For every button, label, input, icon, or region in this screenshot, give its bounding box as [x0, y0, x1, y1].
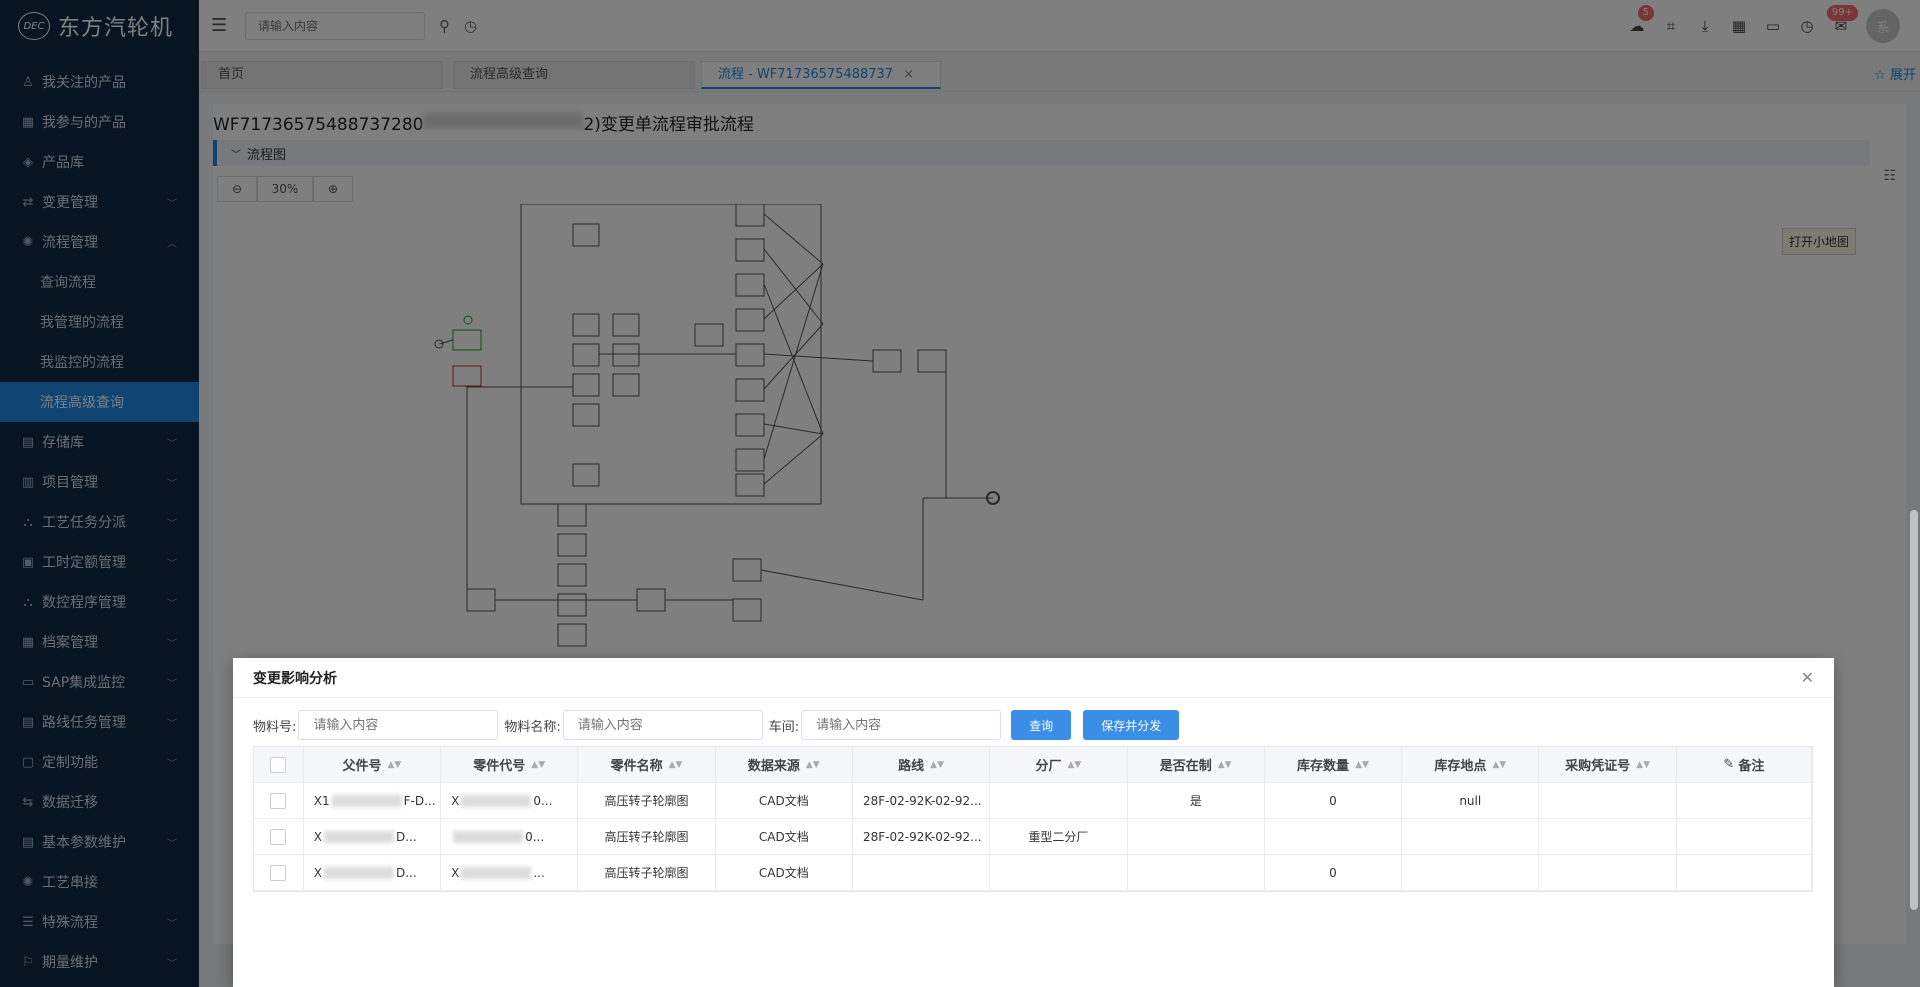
cell-in-process [1128, 855, 1265, 890]
cell-part-code: X 0... [441, 783, 579, 818]
redacted-blur [323, 866, 394, 879]
row-checkbox-cell [254, 783, 304, 818]
column-header-factory[interactable]: 分厂 ▲▼ [990, 747, 1128, 782]
save-distribute-button[interactable]: 保存并分发 [1083, 710, 1180, 740]
cell-po-no [1539, 819, 1677, 854]
cell-parent-no: X D... [304, 855, 442, 890]
redacted-blur [461, 866, 532, 879]
filter-bar: 物料号: 物料名称: 车间: 查询 保存并分发 [253, 710, 1187, 740]
dialog-title: 变更影响分析 [233, 658, 1834, 698]
close-icon[interactable]: ✕ [1801, 668, 1814, 687]
cell-part-name: 高压转子轮廓图 [578, 819, 716, 854]
cell-stock-qty: 0 [1265, 783, 1403, 818]
cell-factory: 重型二分厂 [990, 819, 1128, 854]
cell-route [853, 855, 991, 890]
cell-parent-no: X D... [304, 819, 442, 854]
query-button[interactable]: 查询 [1011, 710, 1072, 740]
cell-factory [990, 855, 1128, 890]
cell-part-name: 高压转子轮廓图 [578, 855, 716, 890]
table-row[interactable]: X D... X... 高压转子轮廓图 CAD文档 0 [254, 855, 1812, 891]
cell-stock-location [1402, 819, 1540, 854]
workshop-input[interactable] [801, 710, 1002, 740]
column-header-stock-location[interactable]: 库存地点 ▲▼ [1402, 747, 1540, 782]
cell-stock-qty: 0 [1265, 855, 1403, 890]
filter-label-workshop: 车间: [768, 719, 800, 735]
material-no-input[interactable] [298, 710, 499, 740]
column-header-remark: ✎ 备注 [1677, 747, 1813, 782]
sort-icon[interactable]: ▲▼ [930, 760, 944, 770]
row-checkbox[interactable] [270, 792, 287, 809]
column-header-part-code[interactable]: 零件代号 ▲▼ [441, 747, 579, 782]
material-name-input[interactable] [562, 710, 763, 740]
sort-icon[interactable]: ▲▼ [1218, 760, 1232, 770]
row-checkbox-cell [254, 819, 304, 854]
cell-stock-qty [1265, 819, 1403, 854]
column-header-route[interactable]: 路线 ▲▼ [853, 747, 991, 782]
cell-part-code: 0... [441, 819, 579, 854]
row-checkbox[interactable] [270, 828, 287, 845]
cell-remark[interactable] [1677, 819, 1812, 854]
impact-table: 父件号 ▲▼ 零件代号 ▲▼ 零件名称 ▲▼ 数据来源 ▲▼ 路线 ▲▼ 分厂 ▲▼ 是否在… [253, 746, 1813, 892]
filter-label-material-no: 物料号: [253, 719, 297, 735]
sort-icon[interactable]: ▲▼ [1636, 760, 1650, 770]
cell-stock-location [1402, 855, 1540, 890]
filter-label-material-name: 物料名称: [504, 719, 561, 735]
table-header-row: 父件号 ▲▼ 零件代号 ▲▼ 零件名称 ▲▼ 数据来源 ▲▼ 路线 ▲▼ 分厂 ▲▼ 是否在… [254, 747, 1813, 783]
column-header-stock-qty[interactable]: 库存数量 ▲▼ [1265, 747, 1403, 782]
cell-remark[interactable] [1677, 855, 1812, 890]
redacted-blur [453, 830, 524, 843]
column-header-data-source[interactable]: 数据来源 ▲▼ [716, 747, 853, 782]
cell-parent-no: X1 F-D... [304, 783, 442, 818]
sort-icon[interactable]: ▲▼ [806, 760, 820, 770]
cell-data-source: CAD文档 [716, 783, 853, 818]
select-all-checkbox[interactable] [270, 756, 287, 773]
sort-icon[interactable]: ▲▼ [1355, 760, 1369, 770]
column-header-in-process[interactable]: 是否在制 ▲▼ [1128, 747, 1265, 782]
column-header-part-name[interactable]: 零件名称 ▲▼ [578, 747, 716, 782]
table-row[interactable]: X1 F-D... X 0... 高压转子轮廓图 CAD文档 28F-02-92K-… [254, 783, 1812, 819]
change-impact-dialog: 变更影响分析 ✕ 物料号: 物料名称: 车间: 查询 保存并分发 父件号▲▼ 零… [233, 658, 1834, 987]
row-checkbox[interactable] [270, 864, 287, 881]
column-header-po-no[interactable]: 采购凭证号 ▲▼ [1539, 747, 1677, 782]
sort-icon[interactable]: ▲▼ [1067, 760, 1081, 770]
page-scrollbar[interactable] [1910, 510, 1918, 910]
select-all-checkbox-cell [254, 747, 304, 782]
cell-remark[interactable] [1677, 783, 1812, 818]
column-header-parent-no[interactable]: 父件号 ▲▼ [304, 747, 442, 782]
cell-data-source: CAD文档 [716, 819, 853, 854]
edit-icon: ✎ [1723, 757, 1735, 772]
sort-icon[interactable]: ▲▼ [669, 760, 683, 770]
cell-factory [990, 783, 1128, 818]
cell-stock-location: null [1402, 783, 1540, 818]
redacted-blur [331, 794, 402, 807]
cell-route: 28F-02-92K-02-92... [853, 783, 991, 818]
cell-data-source: CAD文档 [716, 855, 853, 890]
redacted-blur [461, 794, 532, 807]
sort-icon[interactable]: ▲▼ [387, 760, 401, 770]
cell-route: 28F-02-92K-02-92... [853, 819, 991, 854]
cell-part-code: X... [441, 855, 579, 890]
cell-in-process: 是 [1128, 783, 1265, 818]
redacted-blur [323, 830, 394, 843]
cell-po-no [1539, 855, 1677, 890]
cell-po-no [1539, 783, 1677, 818]
table-row[interactable]: X D... 0... 高压转子轮廓图 CAD文档 28F-02-92K-02-9… [254, 819, 1812, 855]
sort-icon[interactable]: ▲▼ [1492, 760, 1506, 770]
cell-in-process [1128, 819, 1265, 854]
cell-part-name: 高压转子轮廓图 [578, 783, 716, 818]
sort-icon[interactable]: ▲▼ [531, 760, 545, 770]
row-checkbox-cell [254, 855, 304, 890]
